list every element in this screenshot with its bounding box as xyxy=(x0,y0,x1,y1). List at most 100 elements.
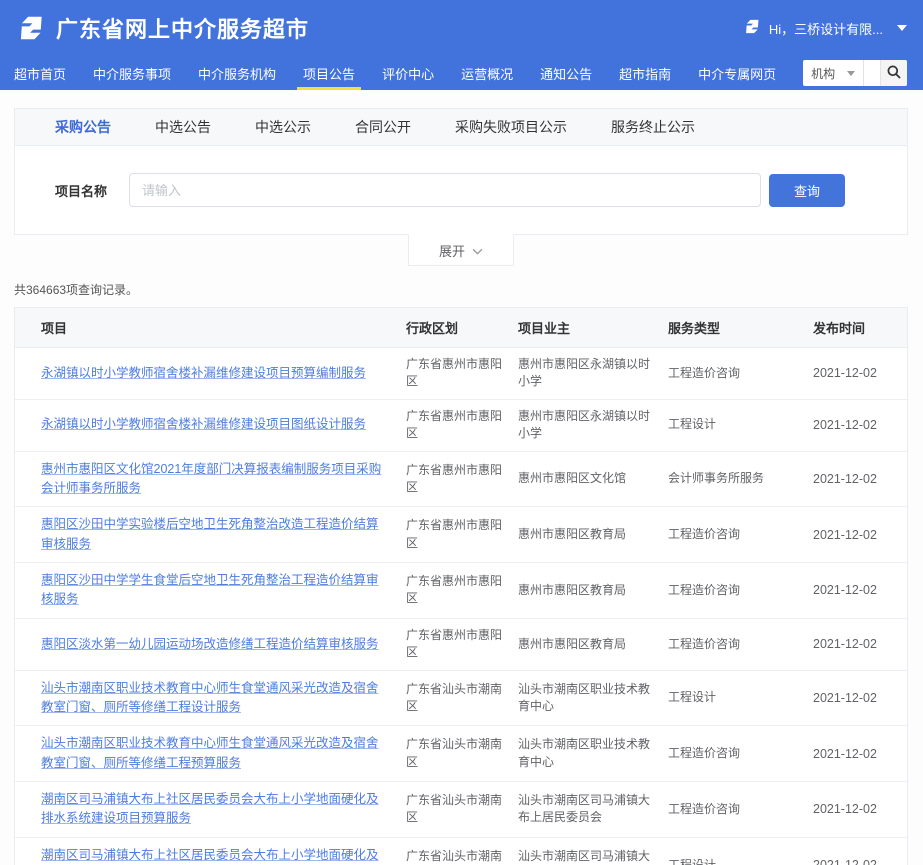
main-content: 采购公告 中选公告 中选公示 合同公开 采购失败项目公示 服务终止公示 项目名称 查询 展… xyxy=(0,108,923,865)
filter-form: 项目名称 查询 xyxy=(15,146,907,234)
tab-4[interactable]: 采购失败项目公示 xyxy=(455,117,567,137)
tab-3[interactable]: 合同公开 xyxy=(355,117,411,137)
service-type-cell: 工程造价咨询 xyxy=(668,636,813,653)
nav-item-0[interactable]: 超市首页 xyxy=(14,56,66,90)
table-row: 惠阳区淡水第一幼儿园运动场改造修缮工程造价结算审核服务广东省惠州市惠阳区惠州市惠… xyxy=(15,619,907,671)
project-cell: 潮南区司马浦镇大布上社区居民委员会大布上小学地面硬化及排水系统建设项目预算服务 xyxy=(41,790,406,829)
owner-cell: 惠州市惠阳区永湖镇以时小学 xyxy=(518,408,668,443)
nav-item-2[interactable]: 中介服务机构 xyxy=(198,56,276,90)
search-category-select[interactable]: 机构 xyxy=(803,60,864,86)
region-cell: 广东省惠州市惠阳区 xyxy=(406,408,518,443)
table-row: 永湖镇以时小学教师宿舍楼补漏维修建设项目预算编制服务 广东省惠州市惠阳区惠州市惠阳… xyxy=(15,348,907,400)
table-row: 汕头市潮南区职业技术教育中心师生食堂通风采光改造及宿舍教室门窗、厕所等修缮工程预… xyxy=(15,726,907,782)
nav-item-8[interactable]: 中介专属网页 xyxy=(698,56,776,90)
tab-1[interactable]: 中选公告 xyxy=(155,117,211,137)
page-title: 广东省网上中介服务超市 xyxy=(56,12,309,44)
project-name-label: 项目名称 xyxy=(55,181,107,200)
table-header-row: 项目行政区划项目业主服务类型发布时间 xyxy=(15,308,907,348)
user-greeting: Hi，三桥设计有限... xyxy=(769,19,883,38)
column-header-0: 项目 xyxy=(41,318,406,337)
owner-cell: 惠州市惠阳区教育局 xyxy=(518,526,668,543)
search-icon xyxy=(886,64,902,83)
owner-cell: 汕头市潮南区司马浦镇大布上居民委员会 xyxy=(518,848,668,865)
tab-2[interactable]: 中选公示 xyxy=(255,117,311,137)
nav-search-input[interactable] xyxy=(864,60,880,86)
region-cell: 广东省汕头市潮南区 xyxy=(406,736,518,771)
region-cell: 广东省惠州市惠阳区 xyxy=(406,356,518,391)
project-cell: 潮南区司马浦镇大布上社区居民委员会大布上小学地面硬化及排水系统建设项目施工图纸设… xyxy=(41,846,406,865)
expand-wrap: 展开 xyxy=(14,235,908,266)
expand-label: 展开 xyxy=(439,241,465,260)
main-nav: 超市首页中介服务事项中介服务机构项目公告评价中心运营概况通知公告超市指南中介专属… xyxy=(0,56,923,90)
chevron-down-icon xyxy=(847,71,855,76)
owner-cell: 汕头市潮南区职业技术教育中心 xyxy=(518,681,668,716)
nav-search-button[interactable] xyxy=(880,60,907,86)
nav-item-4[interactable]: 评价中心 xyxy=(382,56,434,90)
publish-date-cell: 2021-12-02 xyxy=(813,418,899,432)
project-link[interactable]: 惠州市惠阳区文化馆2021年度部门决算报表编制服务项目采购会计师事务所服务 xyxy=(41,460,406,499)
nav-item-6[interactable]: 通知公告 xyxy=(540,56,592,90)
project-link[interactable]: 汕头市潮南区职业技术教育中心师生食堂通风采光改造及宿舍教室门窗、厕所等修缮工程设… xyxy=(41,679,406,718)
column-header-4: 发布时间 xyxy=(813,318,899,337)
region-cell: 广东省惠州市惠阳区 xyxy=(406,573,518,608)
query-button[interactable]: 查询 xyxy=(769,174,845,207)
result-count-text: 共364663项查询记录。 xyxy=(14,281,908,298)
nav-item-7[interactable]: 超市指南 xyxy=(619,56,671,90)
nav-item-5[interactable]: 运营概况 xyxy=(461,56,513,90)
tab-0[interactable]: 采购公告 xyxy=(55,117,111,137)
project-cell: 惠阳区沙田中学学生食堂后空地卫生死角整治工程造价结算审核服务 xyxy=(41,571,406,610)
user-logo-icon xyxy=(742,17,761,39)
project-name-input[interactable] xyxy=(129,173,761,207)
publish-date-cell: 2021-12-02 xyxy=(813,858,899,865)
owner-cell: 惠州市惠阳区教育局 xyxy=(518,636,668,653)
publish-date-cell: 2021-12-02 xyxy=(813,637,899,651)
user-menu[interactable]: Hi，三桥设计有限... xyxy=(742,17,907,39)
project-link[interactable]: 潮南区司马浦镇大布上社区居民委员会大布上小学地面硬化及排水系统建设项目预算服务 xyxy=(41,790,406,829)
owner-cell: 惠州市惠阳区文化馆 xyxy=(518,470,668,487)
region-cell: 广东省惠州市惠阳区 xyxy=(406,627,518,662)
project-link[interactable]: 潮南区司马浦镇大布上社区居民委员会大布上小学地面硬化及排水系统建设项目施工图纸设… xyxy=(41,846,406,865)
service-type-cell: 会计师事务所服务 xyxy=(668,470,813,487)
service-type-cell: 工程设计 xyxy=(668,689,813,706)
service-type-cell: 工程造价咨询 xyxy=(668,526,813,543)
header-row: 广东省网上中介服务超市 Hi，三桥设计有限... xyxy=(0,0,923,56)
site-brand[interactable]: 广东省网上中介服务超市 xyxy=(14,12,309,44)
expand-button[interactable]: 展开 xyxy=(408,234,514,266)
project-link[interactable]: 惠阳区沙田中学实验楼后空地卫生死角整治改造工程造价结算审核服务 xyxy=(41,515,406,554)
project-link[interactable]: 汕头市潮南区职业技术教育中心师生食堂通风采光改造及宿舍教室门窗、厕所等修缮工程预… xyxy=(41,734,406,773)
search-category-value: 机构 xyxy=(811,65,835,82)
project-cell: 惠阳区沙田中学实验楼后空地卫生死角整治改造工程造价结算审核服务 xyxy=(41,515,406,554)
service-type-cell: 工程造价咨询 xyxy=(668,582,813,599)
publish-date-cell: 2021-12-02 xyxy=(813,747,899,761)
table-body: 永湖镇以时小学教师宿舍楼补漏维修建设项目预算编制服务广东省惠州市惠阳区惠州市惠阳… xyxy=(15,348,907,865)
owner-cell: 惠州市惠阳区永湖镇以时小学 xyxy=(518,356,668,391)
region-cell: 广东省惠州市惠阳区 xyxy=(406,462,518,497)
notice-tabs: 采购公告 中选公告 中选公示 合同公开 采购失败项目公示 服务终止公示 xyxy=(15,109,907,146)
user-caret-icon xyxy=(897,25,907,31)
project-link[interactable]: 惠阳区淡水第一幼儿园运动场改造修缮工程造价结算审核服务 xyxy=(41,635,395,654)
nav-item-3[interactable]: 项目公告 xyxy=(303,56,355,90)
owner-cell: 汕头市潮南区司马浦镇大布上居民委员会 xyxy=(518,792,668,827)
region-cell: 广东省惠州市惠阳区 xyxy=(406,517,518,552)
owner-cell: 惠州市惠阳区教育局 xyxy=(518,582,668,599)
project-link[interactable]: 惠阳区沙田中学学生食堂后空地卫生死角整治工程造价结算审核服务 xyxy=(41,571,406,610)
region-cell: 广东省汕头市潮南区 xyxy=(406,681,518,716)
publish-date-cell: 2021-12-02 xyxy=(813,583,899,597)
top-header: 广东省网上中介服务超市 Hi，三桥设计有限... 超市首页中介服务事项中介服务机… xyxy=(0,0,923,90)
column-header-1: 行政区划 xyxy=(406,318,518,337)
owner-cell: 汕头市潮南区职业技术教育中心 xyxy=(518,736,668,771)
chevron-down-icon xyxy=(472,243,483,258)
nav-item-1[interactable]: 中介服务事项 xyxy=(93,56,171,90)
service-type-cell: 工程造价咨询 xyxy=(668,365,813,382)
service-type-cell: 工程设计 xyxy=(668,857,813,865)
project-link[interactable]: 永湖镇以时小学教师宿舍楼补漏维修建设项目图纸设计服务 xyxy=(41,415,382,434)
table-row: 惠阳区沙田中学实验楼后空地卫生死角整治改造工程造价结算审核服务广东省惠州市惠阳区… xyxy=(15,507,907,563)
table-row: 惠阳区沙田中学学生食堂后空地卫生死角整治工程造价结算审核服务广东省惠州市惠阳区惠… xyxy=(15,563,907,619)
project-cell: 惠州市惠阳区文化馆2021年度部门决算报表编制服务项目采购会计师事务所服务 xyxy=(41,460,406,499)
column-header-3: 服务类型 xyxy=(668,318,813,337)
project-cell: 惠阳区淡水第一幼儿园运动场改造修缮工程造价结算审核服务 xyxy=(41,635,406,654)
project-link[interactable]: 永湖镇以时小学教师宿舍楼补漏维修建设项目预算编制服务 xyxy=(41,364,382,383)
service-type-cell: 工程造价咨询 xyxy=(668,801,813,818)
table-row: 永湖镇以时小学教师宿舍楼补漏维修建设项目图纸设计服务 广东省惠州市惠阳区惠州市惠阳… xyxy=(15,400,907,452)
tab-5[interactable]: 服务终止公示 xyxy=(611,117,695,137)
